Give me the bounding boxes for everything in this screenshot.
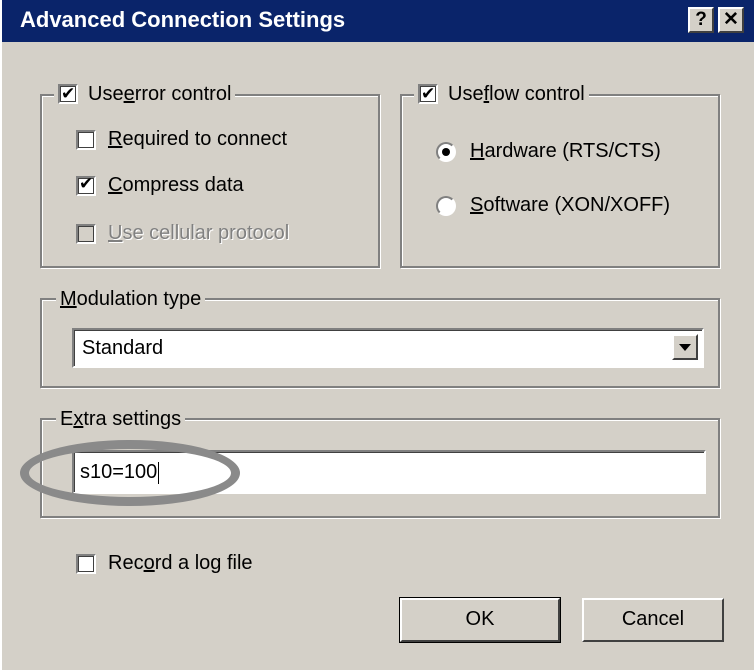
close-icon: ✕ xyxy=(723,9,739,30)
chevron-down-icon xyxy=(679,344,691,351)
checkbox-icon xyxy=(76,174,96,196)
use-error-control-checkbox[interactable]: Use error control xyxy=(54,82,236,106)
window-title: Advanced Connection Settings xyxy=(20,7,346,32)
software-radio[interactable]: Software (XON/XOFF) xyxy=(436,194,670,217)
cancel-button[interactable]: Cancel xyxy=(582,598,724,642)
checkbox-icon xyxy=(76,223,96,244)
extra-settings-input[interactable]: s10=100 xyxy=(72,450,706,494)
checkbox-icon xyxy=(76,553,96,574)
dropdown-button[interactable] xyxy=(672,334,698,360)
modulation-type-select[interactable]: Standard xyxy=(72,328,704,368)
required-to-connect-checkbox[interactable]: Required to connect xyxy=(76,128,287,151)
checkbox-icon xyxy=(418,82,438,106)
text-caret xyxy=(158,461,160,484)
modulation-selected-value: Standard xyxy=(82,337,164,359)
use-cellular-protocol-checkbox: Use cellular protocol xyxy=(76,222,289,245)
extra-settings-label: Extra settings xyxy=(56,407,186,431)
compress-data-checkbox[interactable]: Compress data xyxy=(76,174,244,197)
radio-icon xyxy=(436,141,456,162)
close-button[interactable]: ✕ xyxy=(718,7,744,33)
advanced-connection-settings-dialog: Advanced Connection Settings ? ✕ Use err… xyxy=(0,0,754,670)
extra-settings-value: s10=100 xyxy=(80,461,160,484)
checkbox-icon xyxy=(76,129,96,150)
hardware-radio[interactable]: Hardware (RTS/CTS) xyxy=(436,140,661,163)
record-log-file-checkbox[interactable]: Rec o rd a log file xyxy=(76,552,253,575)
use-flow-control-checkbox[interactable]: Use flow control xyxy=(414,82,589,106)
modulation-type-label: Modulation type xyxy=(56,287,206,311)
ok-button[interactable]: OK xyxy=(399,597,561,643)
help-button[interactable]: ? xyxy=(688,7,714,33)
title-bar[interactable]: Advanced Connection Settings ? ✕ xyxy=(2,0,754,42)
flow-control-group xyxy=(400,94,720,268)
radio-icon xyxy=(436,195,456,216)
checkbox-icon xyxy=(58,82,78,106)
